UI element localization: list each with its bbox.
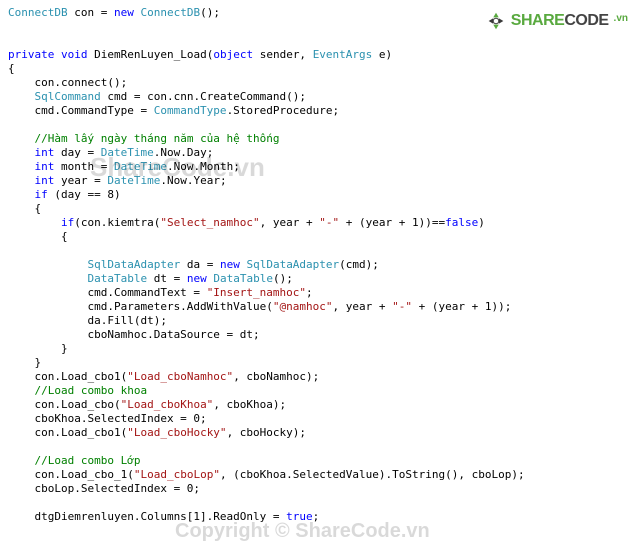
logo-vn-suffix: .vn [614, 12, 628, 26]
sharecode-logo: SHARECODE .vn [485, 10, 628, 32]
code-block: ConnectDB con = new ConnectDB(); private… [8, 6, 632, 524]
recycle-arrows-icon [485, 10, 507, 32]
logo-text: SHARECODE [511, 14, 609, 28]
watermark-copyright: Copyright © ShareCode.vn [175, 524, 430, 538]
